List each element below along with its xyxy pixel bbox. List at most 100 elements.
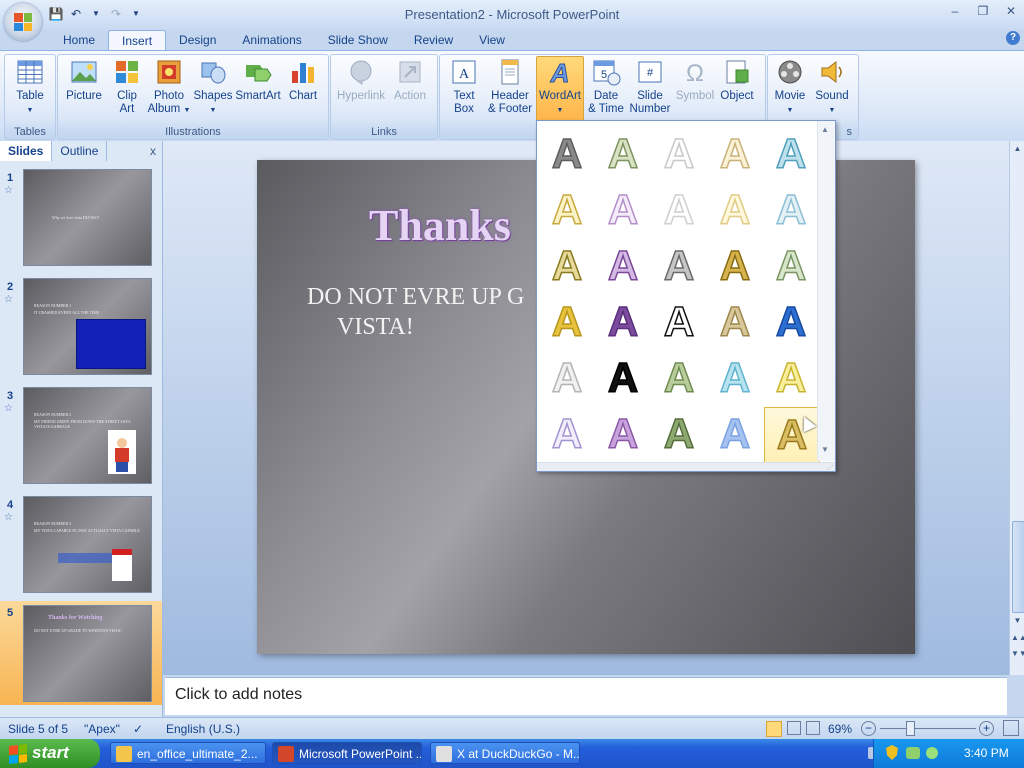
tab-animations[interactable]: Animations — [229, 30, 314, 50]
smartart-button[interactable]: SmartArt — [234, 57, 282, 103]
customize-qat-icon[interactable]: ▼ — [128, 6, 144, 22]
object-button[interactable]: Object — [716, 57, 758, 103]
wordart-style-23[interactable]: A — [652, 351, 706, 405]
spell-check-icon[interactable]: ✓ — [133, 722, 143, 736]
wordart-style-3[interactable]: A — [652, 127, 706, 181]
slide-show-icon[interactable] — [806, 721, 820, 735]
start-button[interactable]: start — [0, 739, 100, 768]
undo-icon[interactable]: ↶ — [68, 6, 84, 22]
wordart-style-13[interactable]: A — [652, 239, 706, 293]
close-icon[interactable]: x — [150, 144, 156, 158]
zoom-out-icon[interactable]: − — [861, 721, 876, 736]
chart-button[interactable]: Chart — [284, 57, 322, 103]
tab-outline[interactable]: Outline — [52, 141, 108, 161]
header-footer-button[interactable]: Header & Footer — [486, 57, 534, 116]
task-powerpoint[interactable]: Microsoft PowerPoint ... — [272, 742, 422, 764]
wordart-style-24[interactable]: A — [708, 351, 762, 405]
picture-button[interactable]: Picture — [62, 57, 106, 103]
network-icon[interactable] — [906, 747, 920, 759]
language[interactable]: English (U.S.) — [166, 722, 240, 736]
scroll-up-icon[interactable]: ▲ — [821, 125, 829, 134]
wordart-style-27[interactable]: A — [596, 407, 650, 461]
wordart-style-8[interactable]: A — [652, 183, 706, 237]
sound-button[interactable]: Sound ▼ — [812, 57, 852, 117]
action-button[interactable]: Action — [389, 57, 431, 103]
hyperlink-button[interactable]: Hyperlink — [335, 57, 387, 103]
previous-slide-icon[interactable]: ▲▲ — [1011, 631, 1024, 644]
slide-thumbnail-4[interactable]: 4 ☆ REASON NUMBER 3 MY VISTA CAPABLE PC … — [0, 496, 162, 597]
wordart-style-17[interactable]: A — [596, 295, 650, 349]
table-button[interactable]: Table ▼ — [11, 57, 49, 117]
fit-to-window-icon[interactable] — [1003, 720, 1019, 736]
slide-thumbnail-5[interactable]: 5 Thanks for Watching DO NOT EVRE UP GRA… — [0, 601, 162, 705]
wordart-style-16[interactable]: A — [540, 295, 594, 349]
slide-title[interactable]: Thanks — [369, 200, 511, 251]
wordart-style-10[interactable]: A — [764, 183, 818, 237]
movie-button[interactable]: Movie ▼ — [770, 57, 810, 117]
close-icon[interactable]: ✕ — [1004, 4, 1018, 18]
wordart-style-7[interactable]: A — [596, 183, 650, 237]
task-explorer[interactable]: en_office_ultimate_2... — [110, 742, 266, 764]
tab-view[interactable]: View — [466, 30, 518, 50]
zoom-level[interactable]: 69% — [828, 722, 852, 736]
wordart-button[interactable]: A WordArt ▼ — [536, 56, 584, 126]
date-time-button[interactable]: 5 Date & Time — [586, 57, 626, 116]
next-slide-icon[interactable]: ▼▼ — [1011, 647, 1024, 660]
normal-view-icon[interactable] — [766, 721, 782, 737]
zoom-in-icon[interactable]: + — [979, 721, 994, 736]
wordart-style-29[interactable]: A — [708, 407, 762, 461]
wordart-style-2[interactable]: A — [596, 127, 650, 181]
tab-slide-show[interactable]: Slide Show — [315, 30, 401, 50]
wordart-style-11[interactable]: A — [540, 239, 594, 293]
tab-insert[interactable]: Insert — [108, 30, 167, 52]
wordart-style-1[interactable]: A — [540, 127, 594, 181]
wordart-style-6[interactable]: A — [540, 183, 594, 237]
help-icon[interactable]: ? — [1006, 31, 1020, 45]
wordart-style-19[interactable]: A — [708, 295, 762, 349]
dropdown-icon[interactable]: ▼ — [88, 6, 104, 22]
scroll-down-icon[interactable]: ▼ — [821, 445, 829, 454]
slide-thumbnail-1[interactable]: 1 ☆ Why we love vista DUCKS!! — [0, 169, 162, 270]
clip-art-button[interactable]: Clip Art — [110, 57, 144, 116]
wordart-style-22[interactable]: A — [596, 351, 650, 405]
zoom-slider-handle[interactable] — [906, 721, 915, 736]
tab-slides[interactable]: Slides — [0, 141, 53, 161]
wordart-style-28[interactable]: A — [652, 407, 706, 461]
slide-thumbnail-2[interactable]: 2 ☆ REASON NUMBER 1 IT CRASHED EVERY ALL… — [0, 278, 162, 379]
gallery-scrollbar[interactable]: ▲ ▼ — [817, 121, 835, 461]
wordart-style-9[interactable]: A — [708, 183, 762, 237]
minimize-icon[interactable]: – — [948, 4, 962, 18]
photo-album-button[interactable]: Photo Album ▼ — [146, 57, 192, 117]
wordart-style-25[interactable]: A — [764, 351, 818, 405]
slide-sorter-icon[interactable] — [787, 721, 801, 735]
tab-design[interactable]: Design — [166, 30, 229, 50]
slide-body[interactable]: DO NOT EVRE UP G VISTA! — [307, 282, 524, 342]
restore-icon[interactable]: ❐ — [976, 4, 990, 18]
wordart-style-12[interactable]: A — [596, 239, 650, 293]
wordart-style-18[interactable]: A — [652, 295, 706, 349]
wordart-style-4[interactable]: A — [708, 127, 762, 181]
zoom-slider-track[interactable] — [880, 728, 976, 729]
symbol-button[interactable]: Ω Symbol — [674, 57, 716, 103]
slide-thumbnail-3[interactable]: 3 ☆ REASON NUMBER 2 MY FRIEND JIMMY FROM… — [0, 387, 162, 488]
scroll-up-icon[interactable]: ▲ — [1011, 142, 1024, 155]
connection-icon[interactable] — [926, 747, 938, 759]
tab-home[interactable]: Home — [50, 30, 108, 50]
save-icon[interactable]: 💾 — [48, 6, 64, 22]
office-button[interactable] — [4, 3, 42, 41]
redo-icon[interactable]: ↷ — [108, 6, 124, 22]
wordart-style-5[interactable]: A — [764, 127, 818, 181]
gallery-resize-grip[interactable]: ⋰ — [537, 462, 835, 471]
text-box-button[interactable]: A Text Box — [444, 57, 484, 116]
wordart-style-26[interactable]: A — [540, 407, 594, 461]
wordart-style-14[interactable]: A — [708, 239, 762, 293]
scrollbar-thumb[interactable] — [1012, 521, 1024, 613]
shapes-button[interactable]: Shapes ▼ — [192, 57, 234, 117]
task-browser[interactable]: X at DuckDuckGo - M... — [430, 742, 580, 764]
wordart-style-20[interactable]: A — [764, 295, 818, 349]
tab-review[interactable]: Review — [401, 30, 466, 50]
wordart-style-21[interactable]: A — [540, 351, 594, 405]
security-shield-icon[interactable] — [886, 745, 898, 760]
scroll-down-icon[interactable]: ▼ — [1011, 614, 1024, 627]
vertical-scrollbar[interactable]: ▲ ▼ ▲▲ ▼▼ — [1009, 141, 1024, 675]
